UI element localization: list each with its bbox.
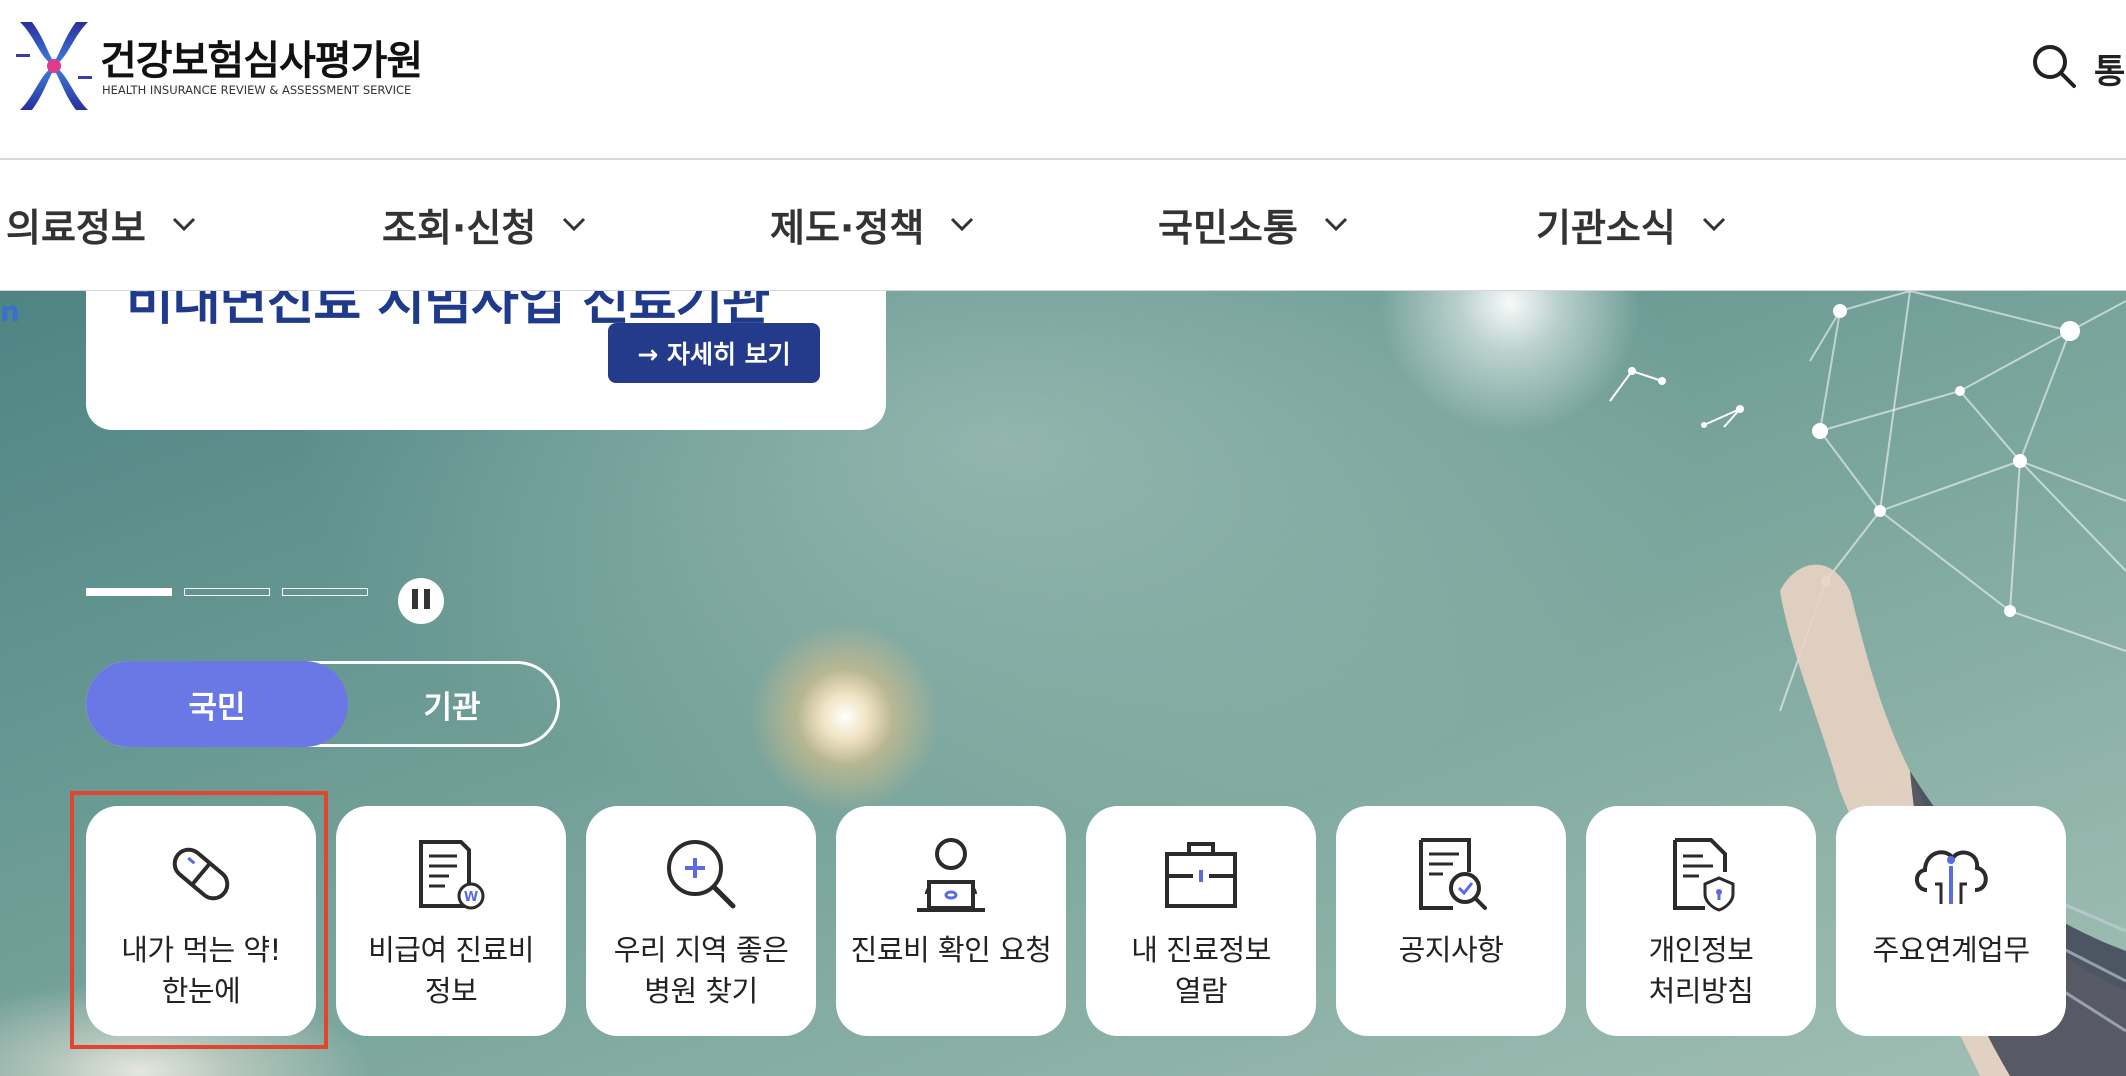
privacy-shield-document-icon <box>1673 838 1735 912</box>
audience-toggle: 국민 기관 <box>86 661 560 747</box>
nav-item-lookup-apply[interactable]: 조회·신청 <box>382 196 586 252</box>
quick-menu-label: 공지사항 <box>1398 933 1504 967</box>
pill-icon <box>172 847 230 901</box>
org-subtitle: HEALTH INSURANCE REVIEW & ASSESSMENT SER… <box>102 83 412 97</box>
slide-pause-button[interactable] <box>398 578 444 624</box>
nav-item-communication[interactable]: 국민소통 <box>1158 196 1348 252</box>
nav-item-medical-info[interactable]: 의료정보 <box>6 196 196 252</box>
quick-menu-linked-services[interactable]: 주요연계업무 <box>1836 806 2066 1036</box>
search-label[interactable]: 통 <box>2094 44 2125 93</box>
price-document-icon: W <box>419 840 485 910</box>
quick-menu-label: 주요연계업무 <box>1872 933 2030 967</box>
magnifier-plus-icon <box>667 840 736 909</box>
hero-visual: n 비대면진료 시범사업 진료기관 → 자세히 보기 국민 기관 내가 먹는 약… <box>0 291 2126 1076</box>
chevron-down-icon <box>563 217 586 231</box>
nav-label: 제도·정책 <box>770 205 925 250</box>
quick-menu-privacy-policy[interactable]: 개인정보 처리방침 <box>1586 806 1816 1036</box>
org-name: 건강보험심사평가원 <box>100 38 423 84</box>
view-details-button[interactable]: → 자세히 보기 <box>608 323 820 383</box>
hero-side-text: n <box>0 295 20 328</box>
cloud-network-icon <box>1915 850 1988 904</box>
quick-menu-my-medicine[interactable]: 내가 먹는 약! 한눈에 <box>86 806 316 1036</box>
nav-item-agency-news[interactable]: 기관소식 <box>1536 196 1726 252</box>
quick-menu-cost-check[interactable]: 진료비 확인 요청 <box>836 806 1066 1036</box>
quick-menu-label: 비급여 진료비 정보 <box>368 933 534 1008</box>
quick-menu-find-hospital[interactable]: 우리 지역 좋은 병원 찾기 <box>586 806 816 1036</box>
chevron-down-icon <box>1324 217 1347 231</box>
quick-menu-noncovered-cost[interactable]: W 비급여 진료비 정보 <box>336 806 566 1036</box>
search-icon[interactable] <box>2030 42 2078 90</box>
quick-menu-label: 진료비 확인 요청 <box>850 933 1052 967</box>
person-laptop-icon <box>917 838 985 912</box>
slide-indicator-active[interactable] <box>86 588 172 596</box>
constellation-decoration <box>1609 367 1744 428</box>
slide-indicator[interactable] <box>184 588 270 596</box>
hira-logo[interactable] <box>14 18 94 114</box>
nav-label: 조회·신청 <box>382 205 537 250</box>
svg-text:W: W <box>464 890 478 905</box>
tab-institution[interactable]: 기관 <box>347 661 557 747</box>
chevron-down-icon <box>172 217 195 231</box>
quick-menu-label: 내 진료정보 열람 <box>1131 933 1271 1008</box>
site-header: 건강보험심사평가원 HEALTH INSURANCE REVIEW & ASSE… <box>0 0 2126 160</box>
nav-label: 기관소식 <box>1536 205 1676 250</box>
briefcase-icon <box>1165 842 1237 908</box>
quick-menu-my-records[interactable]: 내 진료정보 열람 <box>1086 806 1316 1036</box>
quick-menu-label: 우리 지역 좋은 병원 찾기 <box>613 933 789 1008</box>
chevron-down-icon <box>951 217 974 231</box>
tab-citizen[interactable]: 국민 <box>86 661 348 747</box>
notice-document-icon <box>1419 838 1487 910</box>
slide-indicator[interactable] <box>282 588 368 596</box>
nav-label: 의료정보 <box>6 205 146 250</box>
quick-menu-notice[interactable]: 공지사항 <box>1336 806 1566 1036</box>
chevron-down-icon <box>1702 217 1725 231</box>
notice-banner-card[interactable]: 비대면진료 시범사업 진료기관 → 자세히 보기 <box>86 291 886 430</box>
main-navigation: 의료정보 조회·신청 제도·정책 국민소통 기관소식 <box>0 160 2126 291</box>
nav-item-policy[interactable]: 제도·정책 <box>770 196 974 252</box>
quick-menu-label: 내가 먹는 약! 한눈에 <box>121 933 281 1008</box>
nav-label: 국민소통 <box>1158 205 1298 250</box>
pause-icon <box>409 589 433 613</box>
quick-menu-label: 개인정보 처리방침 <box>1648 933 1754 1008</box>
